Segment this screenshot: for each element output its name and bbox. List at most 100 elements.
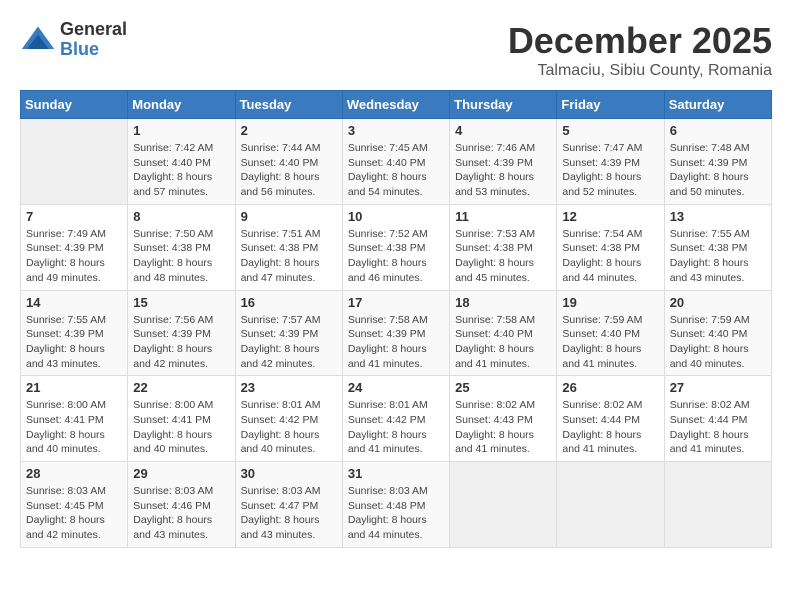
day-of-week-header: Thursday xyxy=(450,91,557,119)
calendar-table: SundayMondayTuesdayWednesdayThursdayFrid… xyxy=(20,90,772,548)
day-info: Sunrise: 8:03 AMSunset: 4:45 PMDaylight:… xyxy=(26,484,122,543)
day-info: Sunrise: 8:02 AMSunset: 4:44 PMDaylight:… xyxy=(670,398,766,457)
day-info: Sunrise: 7:52 AMSunset: 4:38 PMDaylight:… xyxy=(348,227,444,286)
day-number: 16 xyxy=(241,295,337,310)
day-number: 28 xyxy=(26,466,122,481)
calendar-cell: 25Sunrise: 8:02 AMSunset: 4:43 PMDayligh… xyxy=(450,376,557,462)
calendar-week-row: 14 Sunrise: 7:55 AMSunset: 4:39 PMDayligh… xyxy=(21,290,772,376)
calendar-cell: 16Sunrise: 7:57 AMSunset: 4:39 PMDayligh… xyxy=(235,290,342,376)
calendar-week-row: 21 Sunrise: 8:00 AMSunset: 4:41 PMDayligh… xyxy=(21,376,772,462)
calendar-cell: 31 Sunrise: 8:03 AMSunset: 4:48 PMDayligh… xyxy=(342,462,449,548)
day-number: 29 xyxy=(133,466,229,481)
day-info: Sunrise: 8:03 AMSunset: 4:46 PMDaylight:… xyxy=(133,484,229,543)
calendar-cell: 18 Sunrise: 7:58 AMSunset: 4:40 PMDayligh… xyxy=(450,290,557,376)
day-number: 20 xyxy=(670,295,766,310)
day-number: 15 xyxy=(133,295,229,310)
calendar-cell: 3 Sunrise: 7:45 AMSunset: 4:40 PMDaylight… xyxy=(342,119,449,205)
day-info: Sunrise: 7:56 AMSunset: 4:39 PMDaylight:… xyxy=(133,313,229,372)
day-number: 14 xyxy=(26,295,122,310)
calendar-cell: 29 Sunrise: 8:03 AMSunset: 4:46 PMDayligh… xyxy=(128,462,235,548)
calendar-cell: 8 Sunrise: 7:50 AMSunset: 4:38 PMDaylight… xyxy=(128,204,235,290)
day-of-week-header: Friday xyxy=(557,91,664,119)
day-number: 1 xyxy=(133,123,229,138)
calendar-cell: 20 Sunrise: 7:59 AMSunset: 4:40 PMDayligh… xyxy=(664,290,771,376)
day-number: 26 xyxy=(562,380,658,395)
calendar-cell: 28 Sunrise: 8:03 AMSunset: 4:45 PMDayligh… xyxy=(21,462,128,548)
page-header: General Blue December 2025 Talmaciu, Sib… xyxy=(20,20,772,80)
day-number: 22 xyxy=(133,380,229,395)
day-info: Sunrise: 8:03 AMSunset: 4:48 PMDaylight:… xyxy=(348,484,444,543)
day-info: Sunrise: 7:55 AMSunset: 4:39 PMDaylight:… xyxy=(26,313,122,372)
day-number: 24 xyxy=(348,380,444,395)
calendar-cell: 5 Sunrise: 7:47 AMSunset: 4:39 PMDaylight… xyxy=(557,119,664,205)
day-number: 5 xyxy=(562,123,658,138)
calendar-cell: 1Sunrise: 7:42 AMSunset: 4:40 PMDaylight… xyxy=(128,119,235,205)
calendar-title: December 2025 xyxy=(508,20,772,62)
day-info: Sunrise: 7:50 AMSunset: 4:38 PMDaylight:… xyxy=(133,227,229,286)
calendar-cell: 13Sunrise: 7:55 AMSunset: 4:38 PMDayligh… xyxy=(664,204,771,290)
day-info: Sunrise: 7:58 AMSunset: 4:39 PMDaylight:… xyxy=(348,313,444,372)
day-number: 23 xyxy=(241,380,337,395)
day-info: Sunrise: 7:44 AMSunset: 4:40 PMDaylight:… xyxy=(241,141,337,200)
calendar-header: SundayMondayTuesdayWednesdayThursdayFrid… xyxy=(21,91,772,119)
day-info: Sunrise: 7:59 AMSunset: 4:40 PMDaylight:… xyxy=(670,313,766,372)
day-number: 31 xyxy=(348,466,444,481)
day-number: 8 xyxy=(133,209,229,224)
day-of-week-header: Wednesday xyxy=(342,91,449,119)
calendar-cell: 7Sunrise: 7:49 AMSunset: 4:39 PMDaylight… xyxy=(21,204,128,290)
calendar-cell: 23 Sunrise: 8:01 AMSunset: 4:42 PMDayligh… xyxy=(235,376,342,462)
calendar-week-row: 28 Sunrise: 8:03 AMSunset: 4:45 PMDayligh… xyxy=(21,462,772,548)
day-info: Sunrise: 8:02 AMSunset: 4:44 PMDaylight:… xyxy=(562,398,658,457)
title-block: December 2025 Talmaciu, Sibiu County, Ro… xyxy=(508,20,772,80)
logo-icon xyxy=(20,22,56,58)
calendar-cell: 27 Sunrise: 8:02 AMSunset: 4:44 PMDayligh… xyxy=(664,376,771,462)
calendar-cell: 2 Sunrise: 7:44 AMSunset: 4:40 PMDaylight… xyxy=(235,119,342,205)
calendar-cell: 6 Sunrise: 7:48 AMSunset: 4:39 PMDaylight… xyxy=(664,119,771,205)
calendar-cell: 14 Sunrise: 7:55 AMSunset: 4:39 PMDayligh… xyxy=(21,290,128,376)
day-number: 18 xyxy=(455,295,551,310)
logo-text: General Blue xyxy=(60,20,127,60)
day-info: Sunrise: 8:00 AMSunset: 4:41 PMDaylight:… xyxy=(133,398,229,457)
calendar-cell: 21 Sunrise: 8:00 AMSunset: 4:41 PMDayligh… xyxy=(21,376,128,462)
logo: General Blue xyxy=(20,20,127,60)
calendar-cell xyxy=(557,462,664,548)
day-info: Sunrise: 7:58 AMSunset: 4:40 PMDaylight:… xyxy=(455,313,551,372)
calendar-cell: 9Sunrise: 7:51 AMSunset: 4:38 PMDaylight… xyxy=(235,204,342,290)
calendar-week-row: 7Sunrise: 7:49 AMSunset: 4:39 PMDaylight… xyxy=(21,204,772,290)
day-number: 11 xyxy=(455,209,551,224)
calendar-cell: 30Sunrise: 8:03 AMSunset: 4:47 PMDayligh… xyxy=(235,462,342,548)
day-number: 30 xyxy=(241,466,337,481)
calendar-cell: 22 Sunrise: 8:00 AMSunset: 4:41 PMDayligh… xyxy=(128,376,235,462)
calendar-cell: 17Sunrise: 7:58 AMSunset: 4:39 PMDayligh… xyxy=(342,290,449,376)
calendar-body: 1Sunrise: 7:42 AMSunset: 4:40 PMDaylight… xyxy=(21,119,772,548)
day-number: 2 xyxy=(241,123,337,138)
calendar-cell xyxy=(21,119,128,205)
calendar-cell: 15 Sunrise: 7:56 AMSunset: 4:39 PMDayligh… xyxy=(128,290,235,376)
day-info: Sunrise: 7:54 AMSunset: 4:38 PMDaylight:… xyxy=(562,227,658,286)
day-info: Sunrise: 7:49 AMSunset: 4:39 PMDaylight:… xyxy=(26,227,122,286)
day-number: 25 xyxy=(455,380,551,395)
day-info: Sunrise: 7:55 AMSunset: 4:38 PMDaylight:… xyxy=(670,227,766,286)
calendar-cell xyxy=(450,462,557,548)
calendar-cell: 24 Sunrise: 8:01 AMSunset: 4:42 PMDayligh… xyxy=(342,376,449,462)
day-info: Sunrise: 8:01 AMSunset: 4:42 PMDaylight:… xyxy=(241,398,337,457)
day-number: 10 xyxy=(348,209,444,224)
day-number: 19 xyxy=(562,295,658,310)
day-info: Sunrise: 7:47 AMSunset: 4:39 PMDaylight:… xyxy=(562,141,658,200)
day-of-week-header: Saturday xyxy=(664,91,771,119)
day-info: Sunrise: 7:45 AMSunset: 4:40 PMDaylight:… xyxy=(348,141,444,200)
calendar-week-row: 1Sunrise: 7:42 AMSunset: 4:40 PMDaylight… xyxy=(21,119,772,205)
day-info: Sunrise: 7:48 AMSunset: 4:39 PMDaylight:… xyxy=(670,141,766,200)
day-number: 27 xyxy=(670,380,766,395)
calendar-cell: 19Sunrise: 7:59 AMSunset: 4:40 PMDayligh… xyxy=(557,290,664,376)
day-of-week-header: Monday xyxy=(128,91,235,119)
day-info: Sunrise: 8:01 AMSunset: 4:42 PMDaylight:… xyxy=(348,398,444,457)
day-number: 6 xyxy=(670,123,766,138)
day-info: Sunrise: 7:53 AMSunset: 4:38 PMDaylight:… xyxy=(455,227,551,286)
calendar-cell: 10 Sunrise: 7:52 AMSunset: 4:38 PMDayligh… xyxy=(342,204,449,290)
day-number: 21 xyxy=(26,380,122,395)
calendar-cell: 12Sunrise: 7:54 AMSunset: 4:38 PMDayligh… xyxy=(557,204,664,290)
day-number: 3 xyxy=(348,123,444,138)
calendar-cell: 11 Sunrise: 7:53 AMSunset: 4:38 PMDayligh… xyxy=(450,204,557,290)
day-info: Sunrise: 8:00 AMSunset: 4:41 PMDaylight:… xyxy=(26,398,122,457)
